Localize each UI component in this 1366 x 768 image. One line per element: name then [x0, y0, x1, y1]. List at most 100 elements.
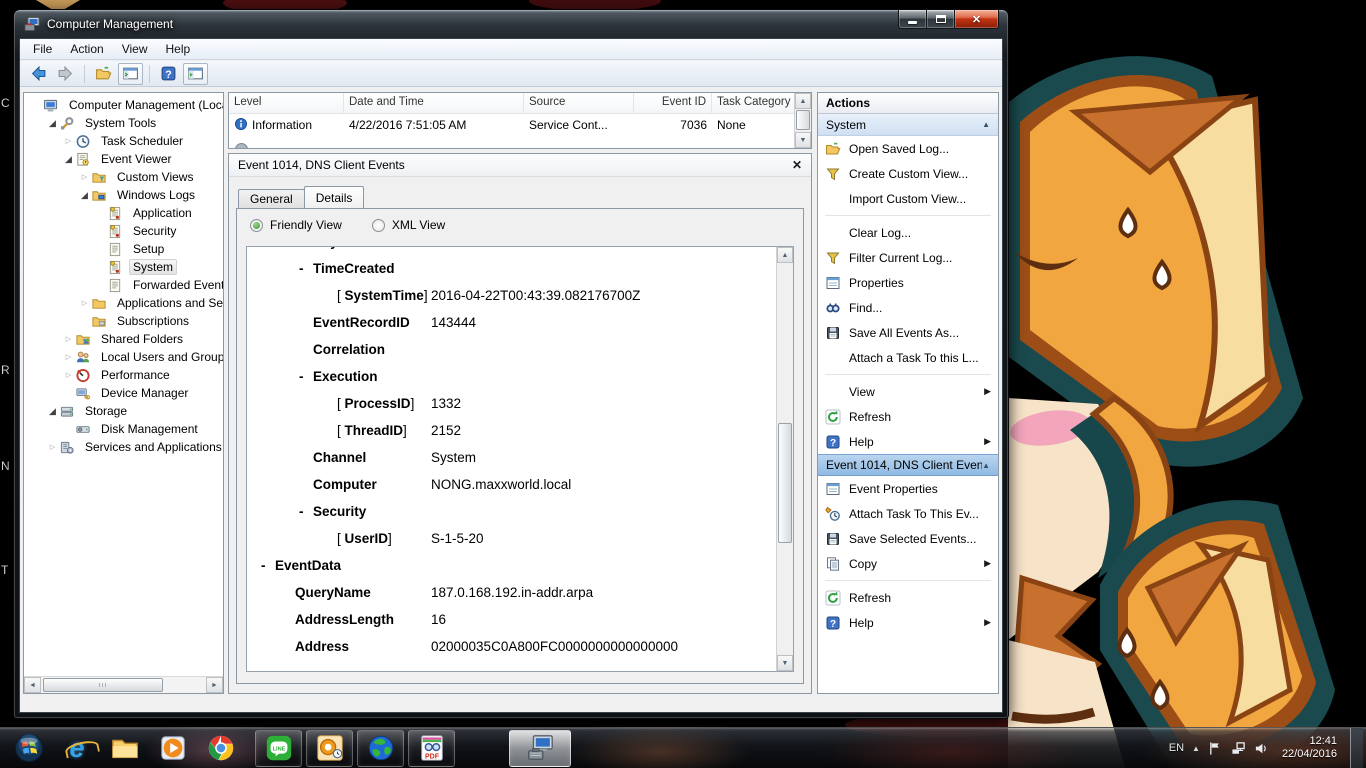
action-properties[interactable]: Properties [818, 270, 998, 295]
show-hidden-icons-chevron-icon[interactable]: ▲ [1192, 744, 1200, 753]
help-button[interactable] [156, 63, 181, 85]
computer-management-taskbar-button[interactable] [509, 730, 571, 767]
tree-item-shared-folders[interactable]: ▷Shared Folders [24, 330, 223, 348]
minimize-button[interactable] [898, 10, 927, 29]
expand-arrow-icon[interactable]: ▷ [62, 353, 75, 361]
tree-item-forwarded-events[interactable]: Forwarded Events [24, 276, 223, 294]
action-clear-log[interactable]: Clear Log... [818, 220, 998, 245]
friendly-view-scrollbar[interactable]: ▲ ▼ [776, 247, 793, 671]
action-help[interactable]: Help▶ [818, 610, 998, 635]
collapse-dash-icon[interactable]: - [299, 504, 304, 519]
forward-button[interactable] [53, 63, 78, 85]
action-open-saved-log[interactable]: Open Saved Log... [818, 136, 998, 161]
show-action-pane-button[interactable] [183, 63, 208, 85]
radio-unchecked-icon[interactable] [372, 219, 385, 232]
event-row-partial-icon[interactable] [235, 143, 248, 149]
view-option-xml-view[interactable]: XML View [372, 218, 445, 232]
close-button[interactable]: ✕ [954, 10, 999, 29]
scrollbar-thumb[interactable] [43, 678, 163, 692]
action-create-custom-view[interactable]: Create Custom View... [818, 161, 998, 186]
event-list-scrollbar[interactable]: ▲ ▼ [794, 93, 811, 148]
export-list-button[interactable] [91, 63, 116, 85]
show-console-tree-button[interactable] [118, 63, 143, 85]
menu-action[interactable]: Action [61, 40, 112, 58]
expand-arrow-icon[interactable]: ▷ [78, 299, 91, 307]
action-attach-task-to-this-ev[interactable]: Attach Task To This Ev... [818, 501, 998, 526]
expand-arrow-icon[interactable]: ▷ [46, 443, 59, 451]
column-header-date-and-time[interactable]: Date and Time [344, 93, 524, 113]
collapse-dash-icon[interactable]: - [261, 558, 266, 573]
column-header-level[interactable]: Level [229, 93, 344, 113]
action-attach-a-task-to-this-l[interactable]: Attach a Task To this L... [818, 345, 998, 370]
action-save-all-events-as[interactable]: Save All Events As... [818, 320, 998, 345]
maximize-button[interactable] [927, 10, 954, 29]
tree-item-subscriptions[interactable]: Subscriptions [24, 312, 223, 330]
show-desktop-button[interactable] [1350, 728, 1363, 768]
collapse-arrow-icon[interactable]: ◢ [78, 190, 91, 201]
line-app-button[interactable]: LINE [255, 730, 302, 767]
scroll-down-arrow-icon[interactable]: ▼ [795, 132, 811, 148]
tree-item-services-and-applications[interactable]: ▷Services and Applications [24, 438, 223, 456]
tree-horizontal-scrollbar[interactable]: ◄ ► [24, 676, 223, 693]
tree-item-windows-logs[interactable]: ◢Windows Logs [24, 186, 223, 204]
start-button[interactable] [12, 731, 46, 765]
column-header-source[interactable]: Source [524, 93, 634, 113]
tree-item-security[interactable]: Security [24, 222, 223, 240]
action-save-selected-events[interactable]: Save Selected Events... [818, 526, 998, 551]
collapse-arrow-icon[interactable]: ◢ [46, 118, 59, 129]
collapse-arrow-icon[interactable]: ◢ [62, 154, 75, 165]
menu-file[interactable]: File [24, 40, 61, 58]
collapse-dash-icon[interactable]: - [299, 261, 304, 276]
action-find[interactable]: Find... [818, 295, 998, 320]
title-bar[interactable]: Computer Management [14, 10, 1008, 38]
action-import-custom-view[interactable]: Import Custom View... [818, 186, 998, 211]
network-icon[interactable] [1231, 741, 1246, 756]
desktop-icon-label[interactable]: N [1, 459, 10, 473]
collapse-dash-icon[interactable]: - [299, 369, 304, 384]
media-player-icon[interactable] [156, 731, 190, 765]
scroll-up-arrow-icon[interactable]: ▲ [777, 247, 793, 263]
column-header-event-id[interactable]: Event ID [634, 93, 712, 113]
scroll-down-arrow-icon[interactable]: ▼ [777, 655, 793, 671]
scroll-left-arrow-icon[interactable]: ◄ [24, 677, 41, 693]
event-row[interactable]: Information4/22/2016 7:51:05 AMService C… [229, 114, 796, 136]
menu-help[interactable]: Help [157, 40, 200, 58]
tab-details[interactable]: Details [304, 186, 365, 208]
expand-arrow-icon[interactable]: ▷ [78, 173, 91, 181]
pdf-reader-button[interactable]: PDF [408, 730, 455, 767]
scroll-up-arrow-icon[interactable]: ▲ [795, 93, 811, 109]
tree-item-setup[interactable]: Setup [24, 240, 223, 258]
column-header-task-category[interactable]: Task Category [712, 93, 796, 113]
action-event-properties[interactable]: Event Properties [818, 476, 998, 501]
internet-explorer-icon[interactable]: e [60, 731, 94, 765]
tree-item-task-scheduler[interactable]: ▷Task Scheduler [24, 132, 223, 150]
globe-app-button[interactable] [357, 730, 404, 767]
tree-item-local-users-and-groups[interactable]: ▷Local Users and Groups [24, 348, 223, 366]
tree-item-custom-views[interactable]: ▷Custom Views [24, 168, 223, 186]
collapse-arrow-icon[interactable]: ◢ [46, 406, 59, 417]
tree-item-system[interactable]: System [24, 258, 223, 276]
collapse-section-arrow-icon[interactable]: ▲ [982, 461, 990, 470]
tree-item-system-tools[interactable]: ◢System Tools [24, 114, 223, 132]
action-refresh[interactable]: Refresh [818, 404, 998, 429]
action-copy[interactable]: Copy▶ [818, 551, 998, 576]
action-view[interactable]: View▶ [818, 379, 998, 404]
action-help[interactable]: Help▶ [818, 429, 998, 454]
action-center-flag-icon[interactable] [1208, 741, 1223, 756]
action-filter-current-log[interactable]: Filter Current Log... [818, 245, 998, 270]
taskbar-clock[interactable]: 12:41 22/04/2016 [1282, 735, 1337, 761]
actions-section-event-1014-dns-client-events[interactable]: Event 1014, DNS Client Events▲ [818, 454, 998, 476]
tree-item-application[interactable]: Application [24, 204, 223, 222]
language-indicator[interactable]: EN [1169, 742, 1184, 754]
expand-arrow-icon[interactable]: ▷ [62, 137, 75, 145]
tree-item-applications-and-services-logs[interactable]: ▷Applications and Services Logs [24, 294, 223, 312]
scrollbar-thumb[interactable] [796, 110, 810, 130]
tab-general[interactable]: General [238, 189, 305, 208]
radio-checked-icon[interactable] [250, 219, 263, 232]
tree-item-event-viewer[interactable]: ◢Event Viewer [24, 150, 223, 168]
tree-item-disk-management[interactable]: Disk Management [24, 420, 223, 438]
scrollbar-thumb[interactable] [778, 423, 792, 543]
desktop-icon-label[interactable]: R [1, 363, 10, 377]
tree-item-storage[interactable]: ◢Storage [24, 402, 223, 420]
tree-item-device-manager[interactable]: Device Manager [24, 384, 223, 402]
